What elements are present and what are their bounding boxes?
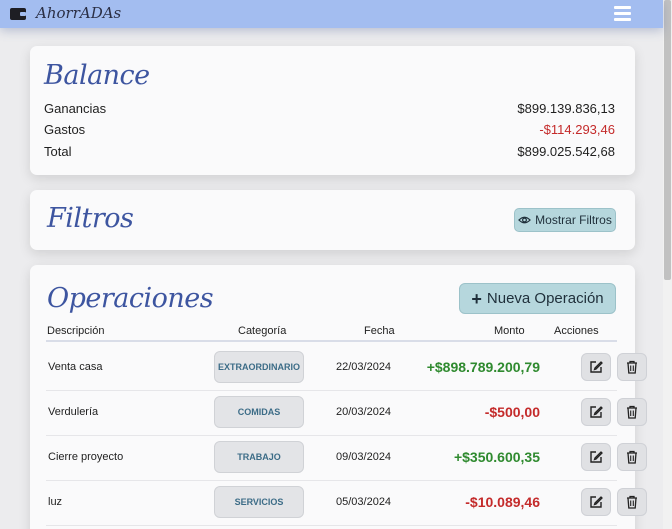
header-amount: Monto [494, 325, 525, 337]
operations-title: Operaciones [47, 283, 214, 314]
show-filters-button[interactable]: Mostrar Filtros [514, 208, 616, 232]
trash-icon [627, 450, 637, 464]
edit-button[interactable] [581, 488, 611, 516]
operation-amount: -$10.089,46 [465, 494, 540, 510]
navbar: AhorrADAs [0, 0, 663, 28]
trash-icon [627, 495, 637, 509]
operation-row: Venta casa EXTRAORDINARIO 22/03/2024 +$8… [46, 346, 647, 391]
operation-date: 05/03/2024 [336, 496, 392, 508]
edit-button[interactable] [581, 398, 611, 426]
operation-description: luz [48, 496, 63, 508]
balance-row-total: Total $899.025.542,68 [44, 144, 615, 159]
scrollbar-thumb[interactable] [664, 0, 671, 280]
balance-value: $899.025.542,68 [517, 144, 615, 159]
edit-icon [590, 496, 603, 508]
edit-button[interactable] [581, 443, 611, 471]
delete-button[interactable] [617, 443, 647, 471]
filters-title: Filtros [47, 203, 134, 234]
show-filters-label: Mostrar Filtros [535, 213, 612, 227]
eye-icon [518, 216, 532, 224]
plus-icon: + [471, 288, 482, 309]
filters-card: Filtros Mostrar Filtros [30, 190, 635, 250]
balance-label: Gastos [44, 122, 86, 137]
delete-button[interactable] [617, 488, 647, 516]
hamburger-menu-icon[interactable] [614, 6, 631, 21]
new-operation-button[interactable]: + Nueva Operación [459, 283, 616, 314]
header-description: Descripción [47, 325, 105, 337]
edit-icon [590, 451, 603, 463]
operation-date: 22/03/2024 [336, 361, 392, 373]
category-tag[interactable]: EXTRAORDINARIO [214, 351, 304, 383]
operation-date: 20/03/2024 [336, 406, 392, 418]
edit-button[interactable] [581, 353, 611, 381]
operation-amount: -$500,00 [484, 404, 540, 420]
balance-value: -$114.293,46 [539, 122, 615, 137]
operation-row: Verdulería COMIDAS 20/03/2024 -$500,00 [46, 391, 647, 436]
trash-icon [627, 360, 637, 374]
operation-row: Cierre proyecto TRABAJO 09/03/2024 +$350… [46, 436, 647, 481]
header-category: Categoría [238, 325, 287, 337]
wallet-icon [10, 8, 26, 20]
operation-description: Cierre proyecto [48, 451, 124, 463]
page-scrollbar[interactable] [663, 0, 672, 529]
category-tag[interactable]: TRABAJO [214, 441, 304, 473]
operation-amount: +$350.600,35 [453, 449, 540, 465]
operation-date: 09/03/2024 [336, 451, 392, 463]
operation-amount: +$898.789.200,79 [426, 359, 540, 375]
edit-icon [590, 361, 603, 373]
category-tag[interactable]: SERVICIOS [214, 486, 304, 518]
balance-card: Balance Ganancias $899.139.836,13 Gastos… [30, 46, 635, 175]
balance-row-income: Ganancias $899.139.836,13 [44, 101, 615, 116]
category-tag[interactable]: COMIDAS [214, 396, 304, 428]
header-date: Fecha [364, 325, 395, 337]
operation-row: luz SERVICIOS 05/03/2024 -$10.089,46 [46, 481, 647, 526]
operations-card: Operaciones + Nueva Operación Descripció… [30, 265, 647, 529]
delete-button[interactable] [617, 398, 647, 426]
balance-value: $899.139.836,13 [517, 101, 615, 116]
delete-button[interactable] [617, 353, 647, 381]
header-actions: Acciones [554, 325, 599, 337]
header-divider [46, 340, 617, 342]
brand-name[interactable]: AhorrADAs [36, 4, 121, 22]
balance-row-expenses: Gastos -$114.293,46 [44, 122, 615, 137]
balance-label: Ganancias [44, 101, 107, 116]
new-operation-label: Nueva Operación [486, 290, 604, 307]
trash-icon [627, 405, 637, 419]
balance-label: Total [44, 144, 72, 159]
balance-title: Balance [44, 60, 150, 91]
operation-description: Verdulería [48, 406, 99, 418]
operation-description: Venta casa [48, 361, 103, 373]
edit-icon [590, 406, 603, 418]
